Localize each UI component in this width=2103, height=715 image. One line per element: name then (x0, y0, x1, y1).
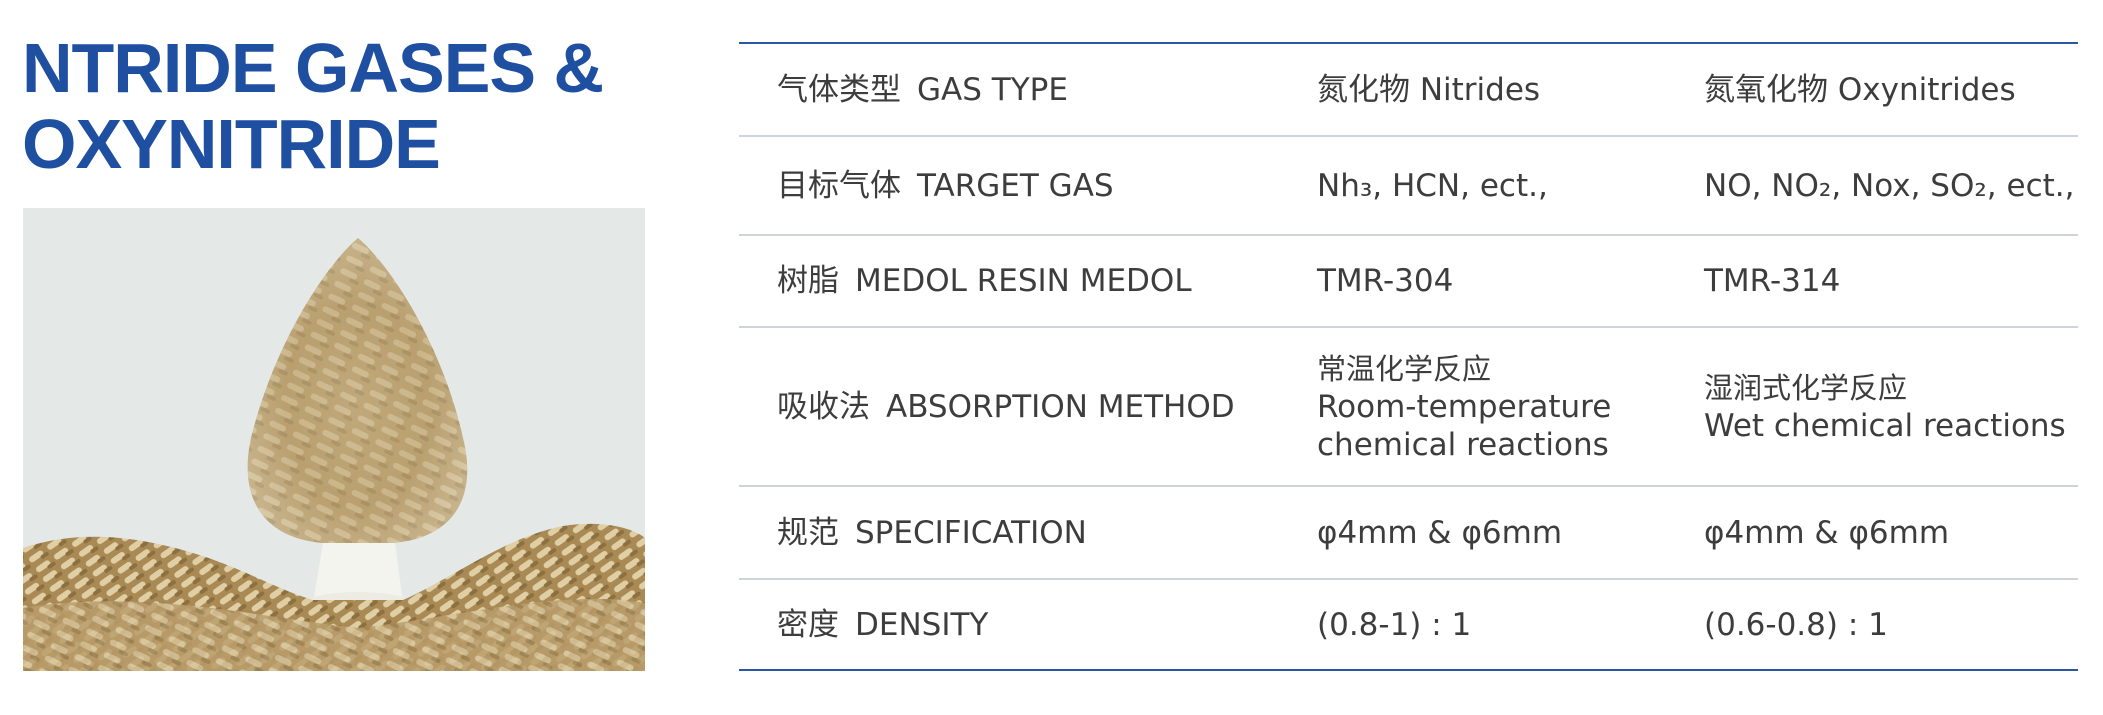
specification-table: 气体类型 GAS TYPE 氮化物 Nitrides 氮氧化物 Oxynitrid… (739, 42, 2078, 671)
cell: 氮氧化物 Oxynitrides (1704, 71, 2016, 108)
title-line-1: NTRIDE GASES & (22, 29, 604, 107)
cell: Nh₃, HCN, ect., (1269, 135, 1674, 235)
cell: φ4mm & φ6mm (1674, 485, 2078, 579)
title-line-2: OXYNITRIDE (22, 105, 441, 183)
cell: TMR-304 (1269, 234, 1674, 327)
row-label: 气体类型 GAS TYPE (777, 71, 1068, 108)
cell: (0.8-1) : 1 (1269, 578, 1674, 670)
table-row: 规范 SPECIFICATION φ4mm & φ6mm φ4mm & φ6mm (739, 485, 2078, 579)
cell: 湿润式化学反应 Wet chemical reactions (1674, 326, 2078, 486)
table-row: 吸收法 ABSORPTION METHOD 常温化学反应 Room-tempera… (739, 326, 2078, 486)
table-row: 目标气体 TARGET GAS Nh₃, HCN, ect., NO, NO₂, … (739, 135, 2078, 235)
row-label: 树脂 MEDOL RESIN MEDOL (739, 234, 1269, 327)
row-label: 密度 DENSITY (739, 578, 1269, 670)
table-row: 气体类型 GAS TYPE 氮化物 Nitrides 氮氧化物 Oxynitrid… (739, 43, 2078, 136)
table-row: 密度 DENSITY (0.8-1) : 1 (0.6-0.8) : 1 (739, 578, 2078, 670)
row-label: 目标气体 TARGET GAS (739, 135, 1269, 235)
cell: 氮化物 Nitrides (1317, 71, 1541, 108)
product-photo (23, 208, 645, 671)
resin-pellets-image (23, 208, 645, 671)
cell: NO, NO₂, Nox, SO₂, ect., (1674, 135, 2078, 235)
page-title: NTRIDE GASES & OXYNITRIDE (22, 29, 604, 183)
row-label: 规范 SPECIFICATION (739, 485, 1269, 579)
cell: φ4mm & φ6mm (1269, 485, 1674, 579)
cell: TMR-314 (1674, 234, 2078, 327)
table-row: 树脂 MEDOL RESIN MEDOL TMR-304 TMR-314 (739, 234, 2078, 327)
cell: 常温化学反应 Room-temperature chemical reactio… (1269, 326, 1674, 486)
row-label: 吸收法 ABSORPTION METHOD (739, 326, 1269, 486)
cell: (0.6-0.8) : 1 (1674, 578, 2078, 670)
